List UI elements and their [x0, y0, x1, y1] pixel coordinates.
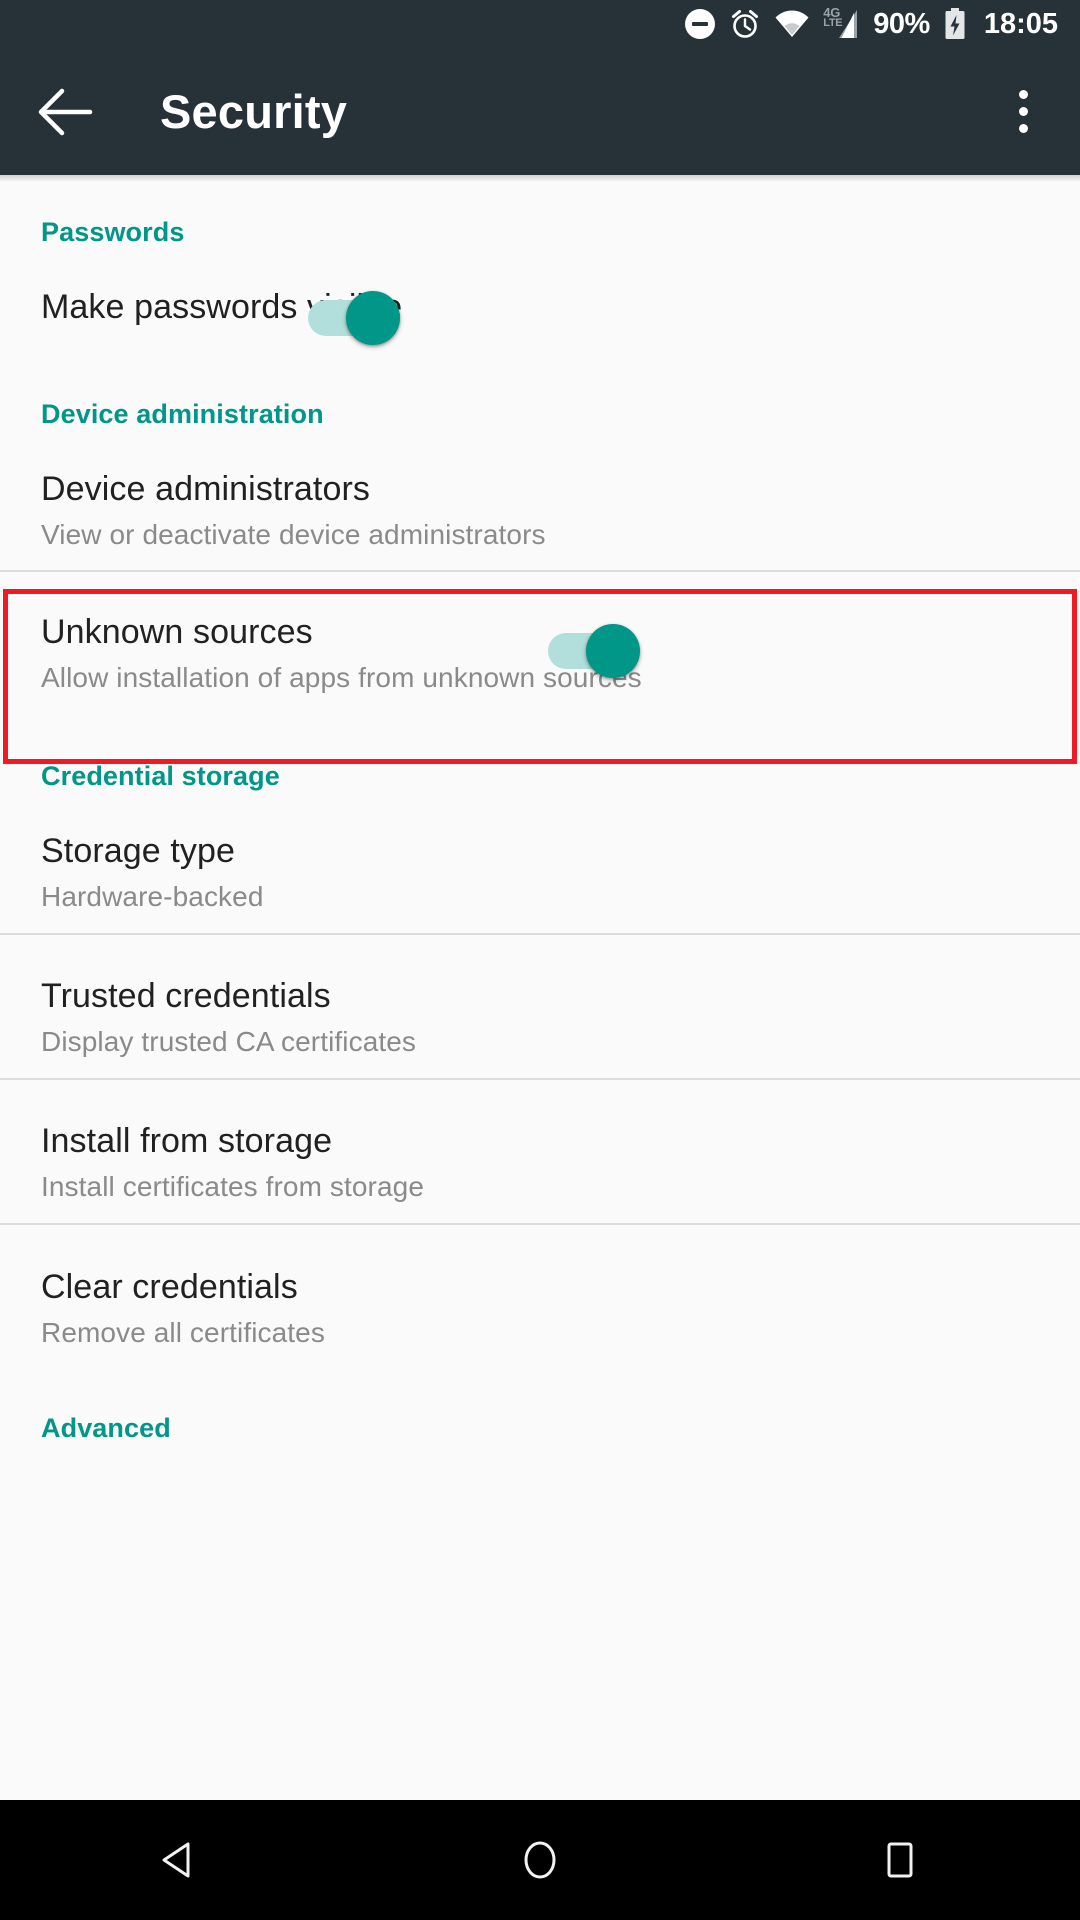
row-title: Storage type — [41, 832, 235, 870]
make-passwords-visible-toggle[interactable] — [308, 291, 401, 345]
app-bar: Security — [0, 48, 1080, 175]
battery-percent-label: 90% — [873, 7, 930, 40]
unknown-sources-toggle[interactable] — [547, 624, 640, 678]
nav-home-icon[interactable] — [360, 1800, 720, 1920]
section-header-advanced[interactable]: Advanced — [0, 1413, 171, 1444]
signal-4g-lte-icon: 4G LTE — [823, 6, 859, 39]
nav-recents-icon[interactable] — [720, 1800, 1080, 1920]
list-divider — [0, 570, 1080, 572]
list-divider — [0, 1223, 1080, 1225]
row-title: Clear credentials — [41, 1268, 298, 1306]
row-title: Install from storage — [41, 1122, 333, 1160]
page-title: Security — [160, 85, 348, 138]
toggle-thumb — [585, 624, 640, 678]
alarm-icon — [729, 8, 761, 40]
row-subtitle: Display trusted CA certificates — [41, 1026, 417, 1057]
battery-charging-icon — [944, 8, 966, 40]
row-storage-type[interactable]: Storage type Hardware-backed — [0, 831, 304, 941]
toggle-thumb — [346, 291, 401, 345]
navigation-bar — [0, 1800, 1080, 1920]
row-subtitle: Install certificates from storage — [41, 1171, 424, 1202]
row-title: Device administrators — [41, 470, 370, 508]
row-subtitle: Remove all certificates — [41, 1317, 325, 1348]
row-unknown-sources[interactable]: Unknown sources Allow installation of ap… — [0, 612, 682, 742]
do-not-disturb-icon — [685, 9, 716, 39]
row-device-administrators[interactable]: Device administrators View or deactivate… — [0, 469, 586, 579]
status-bar: 4G LTE 90% 18:05 — [0, 0, 1080, 48]
list-divider — [0, 1078, 1080, 1080]
list-divider — [0, 933, 1080, 935]
clock-label: 18:05 — [983, 7, 1058, 40]
settings-list[interactable]: Passwords Make passwords visible Device … — [0, 175, 1080, 1800]
overflow-menu-icon[interactable] — [1000, 81, 1046, 143]
row-make-passwords-visible[interactable]: Make passwords visible — [0, 287, 442, 383]
row-title: Trusted credentials — [41, 977, 331, 1015]
status-bar-icons: 4G LTE 90% 18:05 — [685, 6, 1058, 41]
row-clear-credentials[interactable]: Clear credentials Remove all certificate… — [0, 1267, 365, 1377]
nav-back-icon[interactable] — [0, 1800, 360, 1920]
wifi-icon — [775, 10, 809, 38]
row-install-from-storage[interactable]: Install from storage Install certificate… — [0, 1121, 464, 1231]
section-header-passwords: Passwords — [41, 217, 185, 247]
row-trusted-credentials[interactable]: Trusted credentials Display trusted CA c… — [0, 976, 456, 1086]
row-subtitle: Hardware-backed — [41, 881, 264, 912]
row-subtitle: View or deactivate device administrators — [41, 519, 546, 550]
section-header-device-administration: Device administration — [41, 399, 324, 429]
back-arrow-icon[interactable] — [36, 82, 96, 142]
section-header-credential-storage: Credential storage — [41, 761, 280, 791]
